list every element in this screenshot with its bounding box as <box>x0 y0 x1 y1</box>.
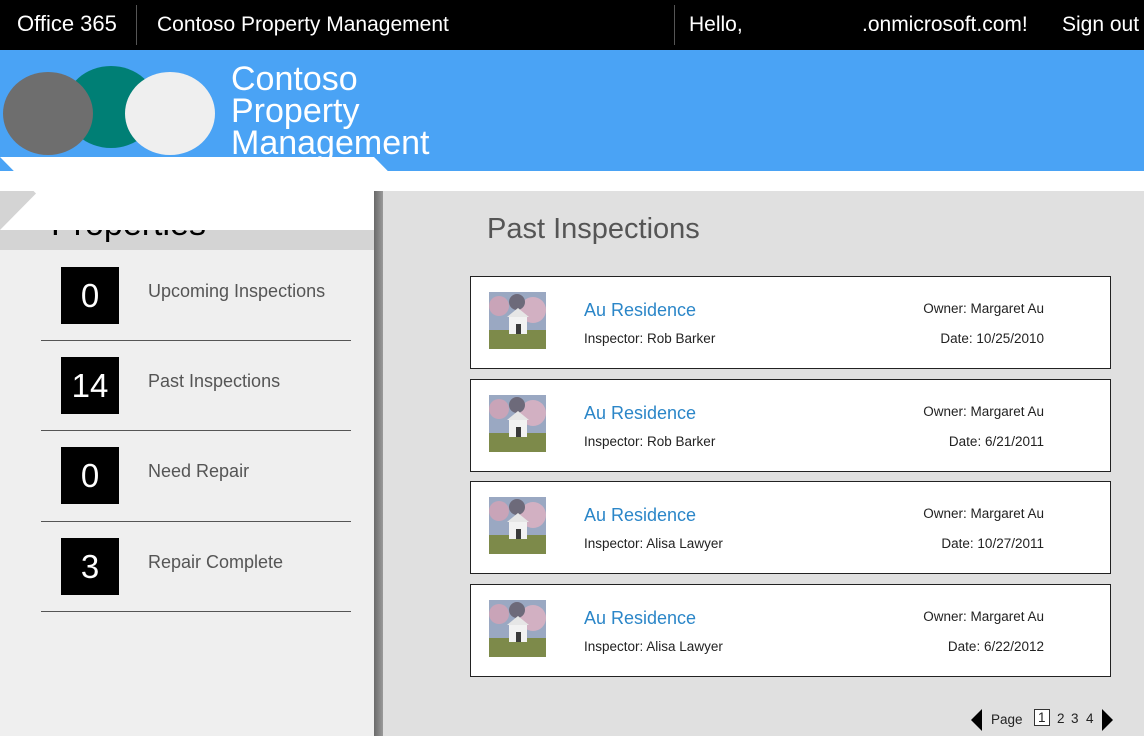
sidebar-item-repair-complete[interactable]: 3 Repair Complete <box>0 521 374 612</box>
sidebar-item-past-inspections[interactable]: 14 Past Inspections <box>0 340 374 431</box>
sign-out-link[interactable]: Sign out <box>1062 13 1139 37</box>
count-badge: 0 <box>61 447 119 504</box>
sidebar-item-label: Need Repair <box>148 461 250 481</box>
inspection-card[interactable]: Au Residence Inspector: Alisa Lawyer Own… <box>470 584 1111 677</box>
inspection-card[interactable]: Au Residence Inspector: Rob Barker Owner… <box>470 379 1111 472</box>
date-text: Date: 10/27/2011 <box>941 536 1044 551</box>
date-text: Date: 10/25/2010 <box>940 331 1044 346</box>
page-1-button[interactable]: 1 <box>1034 709 1050 726</box>
property-thumbnail <box>489 600 546 657</box>
date-text: Date: 6/21/2011 <box>948 434 1044 449</box>
suite-bar: Office 365 Contoso Property Management H… <box>0 0 1144 50</box>
property-thumbnail <box>489 395 546 452</box>
divider <box>136 5 137 45</box>
inspector-text: Inspector: Rob Barker <box>584 434 716 449</box>
owner-text: Owner: Margaret Au <box>923 506 1044 521</box>
main-content: Past Inspections Au Residence Inspector:… <box>383 191 1144 736</box>
app-name[interactable]: Contoso Property Management <box>157 13 449 37</box>
sidebar-item-need-repair[interactable]: 0 Need Repair <box>0 430 374 522</box>
page-3-button[interactable]: 3 <box>1071 711 1079 726</box>
inspector-text: Inspector: Rob Barker <box>584 331 716 346</box>
pagination: Page 1 2 3 4 <box>971 707 1121 733</box>
property-name-link[interactable]: Au Residence <box>584 505 696 526</box>
owner-text: Owner: Margaret Au <box>923 404 1044 419</box>
header-banner: Contoso Property Management <box>0 50 1144 171</box>
inspection-card[interactable]: Au Residence Inspector: Rob Barker Owner… <box>470 276 1111 369</box>
owner-text: Owner: Margaret Au <box>923 301 1044 316</box>
property-name-link[interactable]: Au Residence <box>584 403 696 424</box>
divider <box>41 611 351 612</box>
inspection-card[interactable]: Au Residence Inspector: Alisa Lawyer Own… <box>470 481 1111 574</box>
property-name-link[interactable]: Au Residence <box>584 608 696 629</box>
property-thumbnail <box>489 497 546 554</box>
count-badge: 0 <box>61 267 119 324</box>
active-item-highlight <box>0 157 410 230</box>
logo-circle-white <box>125 72 215 155</box>
divider <box>674 5 675 45</box>
page-4-button[interactable]: 4 <box>1086 711 1094 726</box>
sidebar-item-label: Past Inspections <box>148 371 281 391</box>
inspector-text: Inspector: Alisa Lawyer <box>584 536 723 551</box>
previous-page-arrow-icon[interactable] <box>971 709 982 731</box>
sidebar-scrollbar[interactable] <box>374 191 383 736</box>
count-badge: 14 <box>61 357 119 414</box>
user-domain: .onmicrosoft.com! <box>862 13 1028 36</box>
property-name-link[interactable]: Au Residence <box>584 300 696 321</box>
date-text: Date: 6/22/2012 <box>947 639 1044 654</box>
next-page-arrow-icon[interactable] <box>1102 709 1113 731</box>
property-thumbnail <box>489 292 546 349</box>
page-2-button[interactable]: 2 <box>1057 711 1065 726</box>
count-badge: 3 <box>61 538 119 595</box>
sidebar-item-upcoming-inspections[interactable]: 0 Upcoming Inspections <box>0 250 374 341</box>
page-title: Past Inspections <box>487 213 700 245</box>
page-label: Page <box>991 712 1023 727</box>
logo-circle-gray <box>3 72 93 155</box>
sidebar-item-label: Repair Complete <box>148 552 284 572</box>
greeting: Hello, <box>689 13 743 36</box>
suite-title[interactable]: Office 365 <box>17 11 117 37</box>
sidebar-item-label: Upcoming Inspections <box>148 281 326 301</box>
owner-text: Owner: Margaret Au <box>923 609 1044 624</box>
banner-title: Contoso Property Management <box>231 60 430 162</box>
inspector-text: Inspector: Alisa Lawyer <box>584 639 723 654</box>
